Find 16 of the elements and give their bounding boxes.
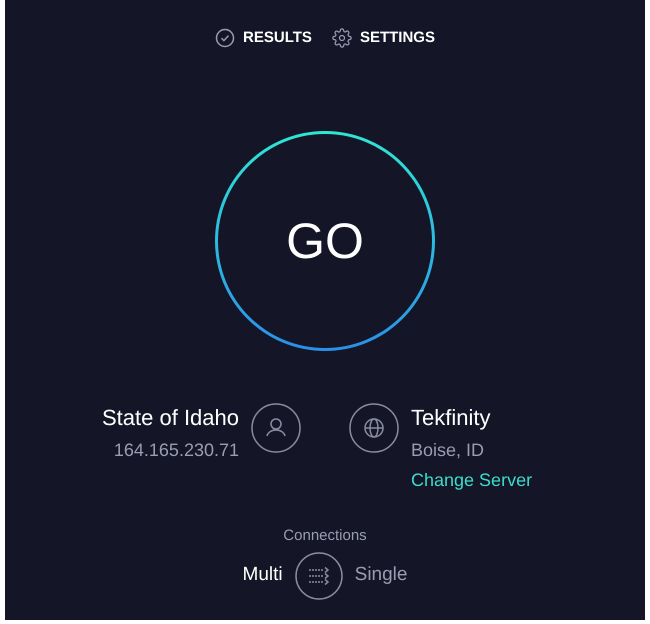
- user-icon: [251, 403, 301, 453]
- go-button[interactable]: GO: [215, 131, 435, 351]
- nav-link[interactable]: RESULTS: [215, 26, 312, 50]
- connections-label: Connections: [283, 526, 367, 546]
- settings-icon: [332, 28, 352, 48]
- server-name: Tekfinity: [411, 404, 490, 432]
- nav-link[interactable]: SETTINGS: [332, 26, 435, 50]
- server-location: Boise, ID: [411, 439, 484, 462]
- isp-name: State of Idaho: [102, 404, 239, 432]
- change-server-link[interactable]: Change Server: [411, 465, 532, 495]
- connection-option[interactable]: Single: [354, 561, 408, 590]
- arrows-icon[interactable]: [294, 552, 343, 600]
- globe-icon: [349, 403, 399, 453]
- ip-address: 164.165.230.71: [114, 439, 239, 462]
- check-circle-icon: [215, 28, 236, 48]
- connection-option[interactable]: Multi: [242, 561, 283, 590]
